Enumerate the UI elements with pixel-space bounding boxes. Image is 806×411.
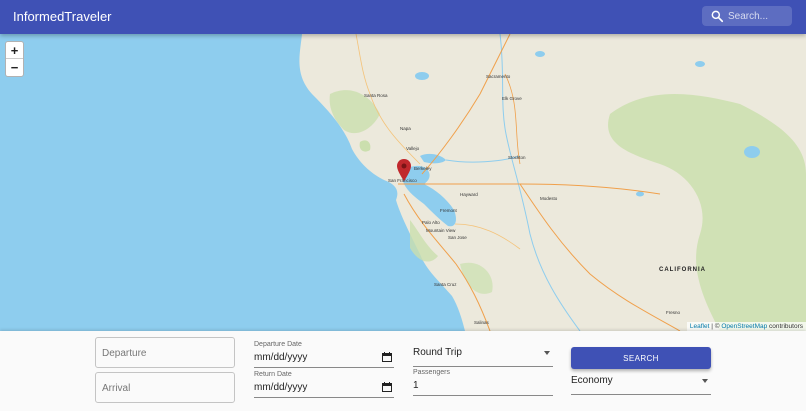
map-label-hayward: Hayward [460, 192, 478, 197]
search-button[interactable]: SEARCH [571, 347, 711, 369]
return-date-field[interactable]: Return Date mm/dd/yyyy [254, 371, 394, 399]
leaflet-link[interactable]: Leaflet [690, 323, 710, 330]
map-label-napa: Napa [400, 126, 411, 131]
attribution-separator: | © [709, 323, 722, 330]
map-label-fremont: Fremont [440, 208, 457, 213]
map-label-mountain-view: Mountain View [426, 228, 456, 233]
cabin-class-underline [571, 394, 711, 395]
location-marker-icon[interactable] [397, 159, 411, 181]
map[interactable]: + − Sacramento Santa Rosa Napa Vallejo B… [0, 34, 806, 331]
calendar-icon[interactable] [382, 382, 392, 392]
trip-type-select[interactable]: Round Trip [413, 341, 553, 367]
map-label-california: CALIFORNIA [659, 267, 706, 273]
zoom-out-button[interactable]: − [6, 59, 23, 76]
search-icon [711, 10, 724, 23]
map-label-sacramento: Sacramento [486, 74, 511, 79]
map-attribution: Leaflet | © OpenStreetMap contributors [686, 322, 806, 331]
return-date-label: Return Date [254, 371, 292, 378]
departure-date-field[interactable]: Departure Date mm/dd/yyyy [254, 341, 394, 369]
map-label-salinas: Salinas [474, 320, 489, 325]
return-date-underline [254, 397, 394, 398]
search-input[interactable] [728, 8, 788, 24]
map-label-elk-grove: Elk Grove [502, 96, 522, 101]
return-date-value[interactable]: mm/dd/yyyy [254, 382, 307, 393]
departure-date-underline [254, 367, 394, 368]
app-title: InformedTraveler [13, 9, 112, 24]
passengers-value[interactable]: 1 [413, 380, 419, 391]
zoom-control: + − [5, 41, 24, 77]
map-label-santa-cruz: Santa Cruz [434, 282, 457, 287]
chevron-down-icon [702, 379, 708, 383]
openstreetmap-link[interactable]: OpenStreetMap [721, 323, 767, 330]
cabin-class-value: Economy [571, 375, 613, 386]
calendar-icon[interactable] [382, 352, 392, 362]
map-label-fresno: Fresno [666, 310, 681, 315]
passengers-label: Passengers [413, 369, 450, 376]
map-label-stockton: Stockton [508, 155, 526, 160]
arrival-field[interactable] [95, 372, 235, 403]
map-label-santa-rosa: Santa Rosa [364, 93, 388, 98]
departure-date-value[interactable]: mm/dd/yyyy [254, 352, 307, 363]
app-root: InformedTraveler Search... + − Sacrament… [0, 0, 806, 411]
flight-search-form: Departure Date mm/dd/yyyy Return Date mm… [0, 331, 806, 411]
departure-field[interactable] [95, 337, 235, 368]
attribution-suffix: contributors [767, 323, 803, 330]
map-label-berkeley: Berkeley [414, 166, 432, 171]
passengers-underline [413, 395, 553, 396]
trip-type-value: Round Trip [413, 347, 462, 358]
departure-input[interactable] [102, 345, 227, 361]
map-label-palo-alto: Palo Alto [422, 220, 440, 225]
search-box[interactable] [702, 6, 792, 26]
map-label-modesto: Modesto [540, 196, 558, 201]
arrival-input[interactable] [102, 380, 227, 396]
app-bar: InformedTraveler [0, 0, 806, 34]
map-label-vallejo: Vallejo [406, 146, 420, 151]
trip-type-underline [413, 366, 553, 367]
passengers-field[interactable]: Passengers 1 [413, 369, 553, 397]
map-label-san-jose: San Jose [448, 235, 467, 240]
cabin-class-select[interactable]: Economy [571, 369, 711, 395]
zoom-in-button[interactable]: + [6, 42, 23, 59]
chevron-down-icon [544, 351, 550, 355]
departure-date-label: Departure Date [254, 341, 302, 348]
